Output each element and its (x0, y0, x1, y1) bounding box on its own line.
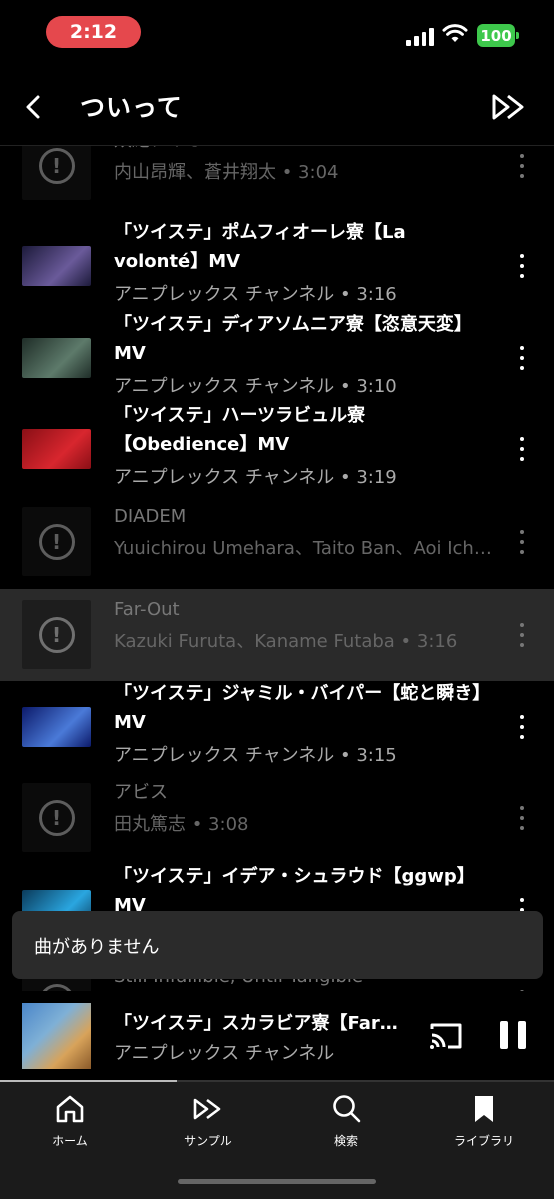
track-thumbnail (22, 429, 91, 469)
track-thumbnail (22, 246, 91, 286)
nav-label: サンプル (184, 1134, 232, 1148)
nav-library[interactable]: ライブラリ (434, 1092, 534, 1152)
track-subtitle: 田丸篤志 • 3:08 (114, 814, 249, 835)
track-title: 「ツイステ」ディアソムニア寮【恣意天変】MV (114, 314, 472, 364)
track-subtitle: Kazuki Furuta、Kaname Futaba • 3:16 (114, 631, 458, 652)
nav-home[interactable]: ホーム (20, 1092, 120, 1152)
track-row[interactable]: ! Far-Out Kazuki Furuta、Kaname Futaba • 3:… (0, 589, 554, 681)
nav-samples[interactable]: サンプル (158, 1092, 258, 1152)
nav-search[interactable]: 検索 (296, 1092, 396, 1152)
toast-message: 曲がありません (34, 937, 160, 958)
track-row[interactable]: ! 双絶アイオーン内山昂輝、蒼井翔太 • 3:04 (0, 146, 554, 212)
now-playing-title: 「ツイステ」スカラビア寮【Far-Out】MV (114, 1013, 404, 1034)
track-subtitle: アニプレックス チャンネル • 3:10 (114, 376, 397, 397)
cellular-signal-icon (406, 26, 434, 46)
more-options-icon[interactable] (512, 346, 532, 370)
more-options-icon[interactable] (512, 530, 532, 554)
now-playing-thumbnail (22, 1003, 91, 1069)
home-icon (56, 1095, 84, 1123)
track-title: 「ツイステ」ポムフィオーレ寮【La volonté】MV (114, 222, 406, 272)
track-title: アビス (114, 782, 168, 803)
more-options-icon[interactable] (512, 806, 532, 830)
status-bar: 2:12 100 (0, 0, 554, 64)
unavailable-icon: ! (38, 983, 75, 991)
track-row[interactable]: 「ツイステ」ポムフィオーレ寮【La volonté】MV アニプレックス チャンネ… (0, 220, 554, 312)
track-thumbnail-unavailable: ! (22, 507, 91, 576)
samples-play-icon[interactable] (490, 92, 528, 122)
track-title: 「ツイステ」ジャミル・バイパー【蛇と瞬き】MV (114, 683, 482, 733)
track-row[interactable]: 「ツイステ」ハーツラビュル寮【Obedience】MV アニプレックス チャンネル… (0, 403, 554, 495)
track-subtitle: 内山昂輝、蒼井翔太 • 3:04 (114, 162, 339, 183)
track-thumbnail-unavailable: ! (22, 783, 91, 852)
track-thumbnail (22, 338, 91, 378)
track-list[interactable]: ! 双絶アイオーン内山昂輝、蒼井翔太 • 3:04 「ツイステ」ポムフィオーレ寮【L… (0, 146, 554, 991)
unavailable-icon: ! (38, 523, 75, 560)
unavailable-icon: ! (38, 147, 75, 184)
status-time: 2:12 (46, 16, 141, 48)
toast: 曲がありません (12, 911, 543, 979)
nav-label: 検索 (333, 1134, 358, 1148)
more-options-icon[interactable] (512, 437, 532, 461)
battery-indicator: 100 (477, 24, 519, 47)
mini-player[interactable]: 「ツイステ」スカラビア寮【Far-Out】MV アニプレックス チャンネル (0, 991, 554, 1081)
more-options-icon[interactable] (512, 154, 532, 178)
track-thumbnail-unavailable: ! (22, 600, 91, 669)
library-icon (475, 1096, 493, 1122)
more-options-icon[interactable] (512, 715, 532, 739)
track-row[interactable]: ! アビス田丸篤志 • 3:08 (0, 772, 554, 864)
wifi-icon (442, 24, 468, 42)
track-subtitle: Yuuichirou Umehara、Taito Ban、Aoi Ichikaw… (114, 538, 494, 559)
more-options-icon[interactable] (512, 623, 532, 647)
track-thumbnail (22, 707, 91, 747)
track-title: 双絶アイオーン (114, 146, 484, 155)
track-row[interactable]: 「ツイステ」ディアソムニア寮【恣意天変】MV アニプレックス チャンネル • 3:… (0, 312, 554, 404)
unavailable-icon: ! (38, 616, 75, 653)
track-subtitle: アニプレックス チャンネル • 3:19 (114, 467, 397, 488)
track-subtitle: アニプレックス チャンネル • 3:15 (114, 745, 397, 766)
page-title: ついって (80, 93, 183, 122)
cast-icon[interactable] (428, 1021, 464, 1051)
pause-icon[interactable] (500, 1021, 526, 1051)
back-arrow-icon[interactable] (20, 90, 50, 124)
track-title: 「ツイステ」ハーツラビュル寮【Obedience】MV (114, 405, 366, 455)
nav-label: ホーム (52, 1134, 88, 1148)
track-row[interactable]: 「ツイステ」ジャミル・バイパー【蛇と瞬き】MV アニプレックス チャンネル • 3… (0, 681, 554, 773)
track-thumbnail-unavailable: ! (22, 146, 91, 200)
search-icon (333, 1095, 361, 1123)
track-title: DIADEM (114, 506, 187, 527)
more-options-icon[interactable] (512, 254, 532, 278)
home-indicator (178, 1179, 376, 1184)
nav-label: ライブラリ (453, 1134, 514, 1148)
track-row[interactable]: ! DIADEM Yuuichirou Umehara、Taito Ban、Aoi … (0, 496, 554, 588)
header: ついって (0, 72, 554, 142)
track-title: Far-Out (114, 599, 180, 620)
unavailable-icon: ! (38, 799, 75, 836)
track-subtitle: アニプレックス チャンネル • 3:16 (114, 284, 397, 305)
samples-icon (193, 1098, 221, 1120)
now-playing-subtitle: アニプレックス チャンネル (114, 1043, 335, 1064)
